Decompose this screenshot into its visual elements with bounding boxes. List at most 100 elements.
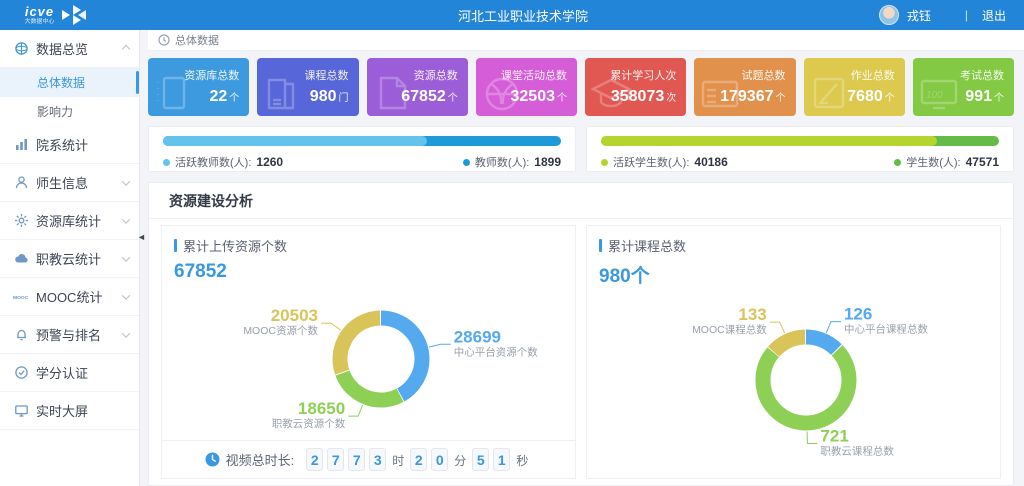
- sidebar-item-label: 院系统计: [36, 135, 129, 154]
- label-line: [348, 405, 362, 416]
- sidebar-item-7[interactable]: 学分认证: [0, 354, 139, 392]
- activity-bar-panel-0: 活跃教师数(人): 1260 教师数(人): 1899: [148, 126, 576, 172]
- right-chart-total: 980个: [587, 255, 1000, 288]
- globe-icon: [13, 41, 29, 57]
- sidebar-item-label: MOOC统计: [36, 287, 123, 306]
- total-value: 47571: [966, 155, 999, 169]
- clock-small-icon: [158, 34, 170, 46]
- progress-track: [601, 136, 999, 146]
- total-label: 学生数(人):: [906, 154, 960, 170]
- slice-value-label: 133: [738, 305, 766, 324]
- video-duration-bar: 视频总时长: 2773时20分51秒: [162, 440, 575, 478]
- duration-unit: 分: [454, 454, 466, 468]
- progress-fill: [601, 136, 937, 146]
- subtitle-marker: [174, 239, 177, 252]
- sidebar-item-1[interactable]: 院系统计: [0, 126, 139, 164]
- legend-dot: [894, 159, 901, 166]
- total-value: 1899: [534, 155, 561, 169]
- logout-button[interactable]: 退出: [982, 7, 1006, 24]
- sidebar-item-label: 学分认证: [36, 363, 129, 382]
- duration-digit: 2: [410, 448, 427, 471]
- school-title: 河北工业职业技术学院: [458, 6, 588, 25]
- screen-icon: [13, 403, 29, 419]
- right-chart-subtitle: 累计课程总数: [608, 236, 686, 255]
- duration-digit: 7: [327, 448, 344, 471]
- mooc-icon: MOOC: [13, 289, 29, 305]
- slice-name-label: 中心平台课程总数: [843, 323, 927, 336]
- stat-card-label: 资源库总数: [158, 67, 239, 83]
- duration-digit: 2: [306, 448, 323, 471]
- fill-value: 40186: [694, 155, 727, 169]
- left-chart-total: 67852: [162, 255, 575, 283]
- slice-value-label: 126: [843, 305, 871, 324]
- chevron-down-icon: [122, 253, 130, 261]
- separator: |: [965, 8, 968, 22]
- stat-card-label: 课程总数: [267, 67, 348, 83]
- stat-card-7: 100考试总数991个: [913, 58, 1014, 116]
- label-line: [807, 431, 817, 443]
- progress-fill: [163, 136, 427, 146]
- chevron-down-icon: [122, 215, 130, 223]
- stat-card-label: 资源总数: [377, 67, 458, 83]
- stat-card-4: 累计学习人次358073次: [585, 58, 686, 116]
- duration-digit: 5: [472, 448, 489, 471]
- stat-card-6: 作业总数7680个: [804, 58, 905, 116]
- sidebar-item-4[interactable]: 职教云统计: [0, 240, 139, 278]
- slice-name-label: 职教云课程总数: [820, 444, 894, 457]
- slice-value-label: 18650: [297, 399, 344, 418]
- slice-name-label: 职教云资源个数: [271, 417, 345, 430]
- stat-card-unit: 个: [776, 93, 786, 104]
- fill-value: 1260: [256, 155, 283, 169]
- top-header: icve 大数据中心 河北工业职业技术学院 戎钰 | 退出: [0, 0, 1024, 30]
- sidebar-subitem-0-1[interactable]: 影响力: [0, 97, 139, 126]
- chevron-up-icon: [122, 44, 130, 52]
- stat-card-label: 试题总数: [704, 67, 785, 83]
- duration-unit: 秒: [516, 454, 528, 468]
- user-avatar[interactable]: [879, 5, 899, 25]
- sidebar: 数据总览总体数据影响力院系统计师生信息资源库统计职教云统计 MOOC MOOC统计预…: [0, 30, 140, 486]
- breadcrumb: 总体数据: [148, 30, 1024, 51]
- main-content: 资源库总数22个课程总数980门资源总数67852个课堂活动总数32503个累计…: [148, 51, 1014, 486]
- stat-card-label: 课堂活动总数: [486, 67, 567, 83]
- progress-track: [163, 136, 561, 146]
- svg-text:MOOC: MOOC: [13, 294, 29, 300]
- stat-card-unit: 个: [994, 93, 1004, 104]
- slice-value-label: 20503: [270, 306, 317, 325]
- sidebar-item-0[interactable]: 数据总览: [0, 30, 139, 68]
- sidebar-item-8[interactable]: 实时大屏: [0, 392, 139, 430]
- courses-donut-chart: 126中心平台课程总数721职教云课程总数133MOOC课程总数: [594, 288, 994, 474]
- chevron-down-icon: [122, 329, 130, 337]
- slice-value-label: 28699: [453, 327, 500, 346]
- fill-label: 活跃学生数(人):: [613, 154, 689, 170]
- stat-card-2: 资源总数67852个: [367, 58, 468, 116]
- sidebar-item-label: 实时大屏: [36, 401, 129, 420]
- stat-card-5: 试题总数179367个: [694, 58, 795, 116]
- legend-dot: [463, 159, 470, 166]
- slice-value-label: 721: [820, 426, 848, 445]
- sidebar-item-label: 师生信息: [36, 173, 123, 192]
- label-line: [320, 323, 340, 330]
- sidebar-subitem-0-0[interactable]: 总体数据: [0, 68, 139, 97]
- total-label: 教师数(人):: [475, 154, 529, 170]
- panel-title: 资源建设分析: [149, 183, 1013, 219]
- legend-dot: [163, 159, 170, 166]
- sidebar-item-label: 数据总览: [36, 39, 123, 58]
- chevron-down-icon: [122, 291, 130, 299]
- sidebar-item-6[interactable]: 预警与排名: [0, 316, 139, 354]
- total-courses-chart-box: 累计课程总数 980个 126中心平台课程总数721职教云课程总数133MOOC…: [586, 225, 1001, 479]
- duration-unit: 时: [392, 454, 404, 468]
- logo-subtitle: 大数据中心: [25, 19, 55, 25]
- sidebar-item-label: 资源库统计: [36, 211, 123, 230]
- duration-digit: 7: [348, 448, 365, 471]
- sidebar-item-2[interactable]: 师生信息: [0, 164, 139, 202]
- sidebar-item-5[interactable]: MOOC MOOC统计: [0, 278, 139, 316]
- label-line: [429, 344, 451, 347]
- duration-digit: 0: [431, 448, 448, 471]
- sidebar-collapse-arrow[interactable]: ◄: [137, 232, 146, 242]
- app-logo: icve 大数据中心: [22, 4, 87, 26]
- stat-card-1: 课程总数980门: [257, 58, 358, 116]
- stat-card-label: 累计学习人次: [595, 67, 676, 83]
- sidebar-item-3[interactable]: 资源库统计: [0, 202, 139, 240]
- resource-analysis-panel: 资源建设分析 累计上传资源个数 67852 28699中心平台资源个数18650…: [148, 182, 1014, 486]
- activity-bar-panel-1: 活跃学生数(人): 40186 学生数(人): 47571: [586, 126, 1014, 172]
